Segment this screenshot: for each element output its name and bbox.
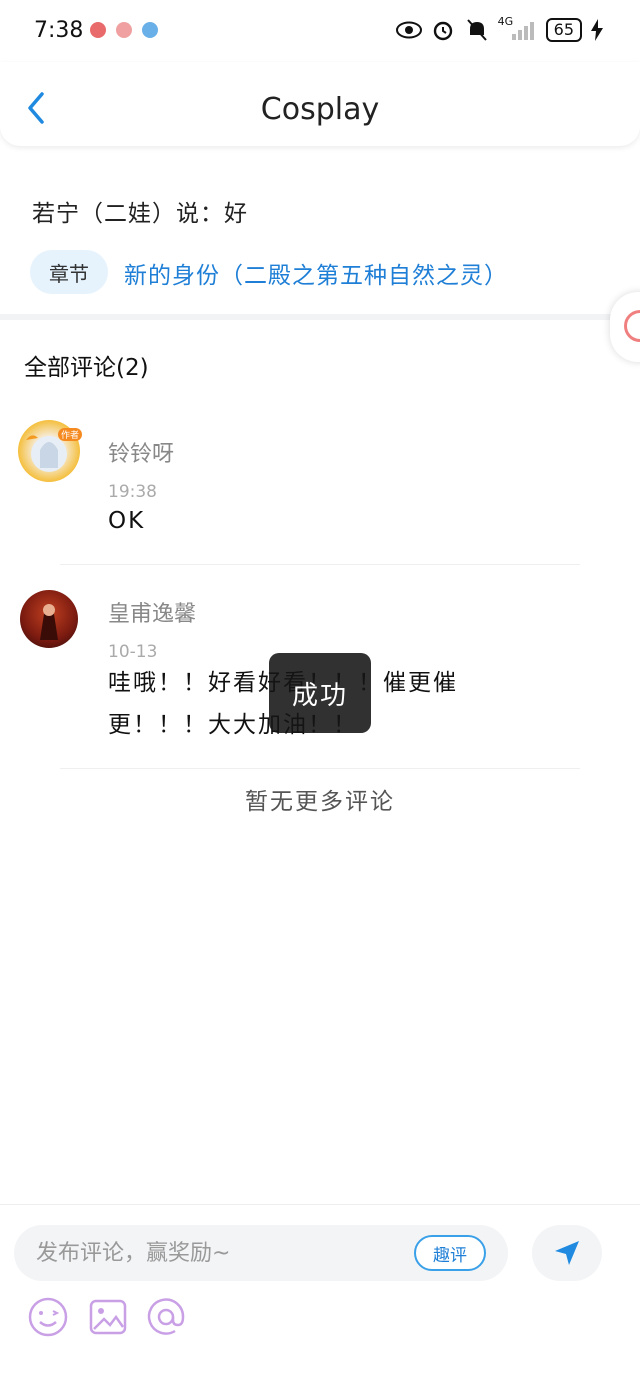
- mute-bell-icon: [464, 17, 490, 43]
- no-more-comments: 暂无更多评论: [245, 789, 395, 815]
- comment-input-container: 趣评: [14, 1225, 508, 1281]
- send-icon: [555, 1241, 579, 1265]
- comment-author: 皇甫逸馨: [108, 602, 197, 627]
- comments-section-title: 全部评论(2): [24, 355, 149, 381]
- quote-text: 若宁（二娃）说：好: [32, 201, 248, 227]
- send-button[interactable]: [532, 1225, 602, 1281]
- status-icons: 4G 65: [395, 15, 604, 44]
- author-badge: 作者: [58, 428, 83, 441]
- nav-bar: Cosplay: [0, 62, 640, 146]
- comment-author: 铃铃呀: [108, 442, 175, 467]
- alarm-icon: [430, 17, 456, 43]
- status-bar: 7:38 4G 65: [0, 0, 640, 62]
- divider: [60, 564, 580, 565]
- charging-icon: [590, 17, 604, 43]
- page-title: Cosplay: [260, 92, 380, 127]
- avatar[interactable]: [20, 590, 78, 648]
- comment-time: 19:38: [108, 482, 157, 502]
- emoji-icon: [28, 1297, 68, 1337]
- signal-icon: 4G: [497, 15, 538, 43]
- comment-composer: 趣评: [0, 1204, 640, 1387]
- battery-level: 65: [545, 18, 582, 42]
- image-button[interactable]: [86, 1295, 130, 1339]
- fun-comment-button[interactable]: 趣评: [414, 1235, 486, 1271]
- emoji-button[interactable]: [26, 1295, 70, 1339]
- floating-icon: [624, 310, 640, 342]
- chapter-tag: 章节: [30, 250, 108, 294]
- image-icon: [89, 1299, 127, 1335]
- chapter-link[interactable]: 新的身份（二殿之第五种自然之灵）: [124, 256, 508, 290]
- mention-button[interactable]: [144, 1295, 188, 1339]
- notification-app-icon: [142, 22, 158, 38]
- divider: [60, 768, 580, 769]
- status-time: 7:38: [34, 18, 84, 43]
- success-toast: 成功: [269, 653, 371, 733]
- comment-time: 10-13: [108, 642, 158, 662]
- comment-text: OK: [108, 508, 146, 534]
- at-icon: [147, 1298, 185, 1335]
- chapter-header: 若宁（二娃）说：好 章节 新的身份（二殿之第五种自然之灵）: [0, 146, 640, 320]
- comment-input[interactable]: [36, 1233, 416, 1273]
- notification-app-icon: [116, 22, 132, 38]
- floating-side-button[interactable]: [610, 292, 640, 362]
- notification-app-icon: [90, 22, 106, 38]
- network-type: 4G: [497, 15, 514, 28]
- eye-icon: [395, 17, 422, 43]
